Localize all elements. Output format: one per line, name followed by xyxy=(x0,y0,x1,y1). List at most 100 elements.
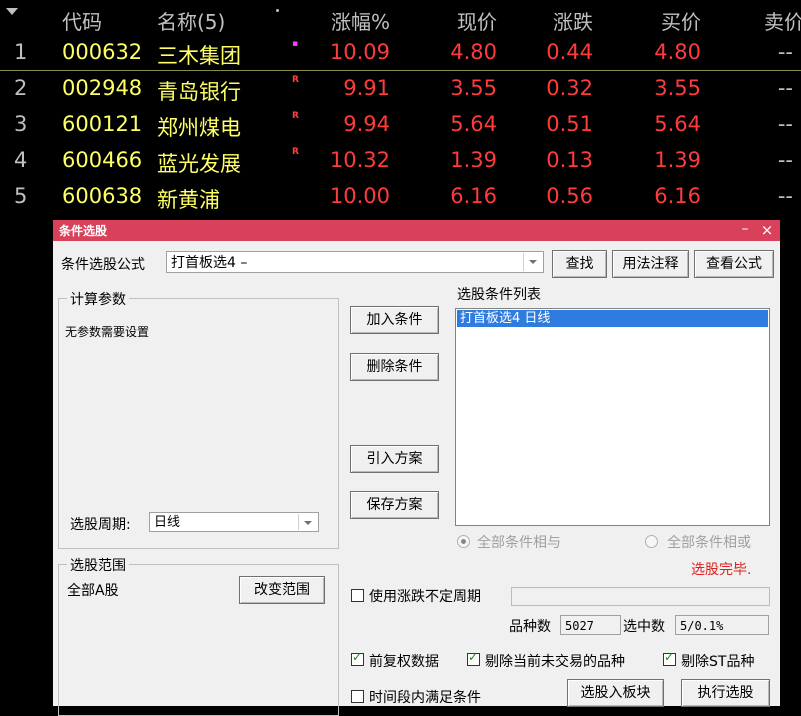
change: 0.13 xyxy=(546,148,593,172)
change-pct: 10.32 xyxy=(329,148,390,172)
exclude-untraded-checkbox[interactable] xyxy=(467,650,480,666)
close-icon[interactable]: × xyxy=(758,220,776,241)
formula-select[interactable]: 打首板选4 – xyxy=(166,251,544,273)
header-ask[interactable]: 卖价 xyxy=(764,6,801,35)
price: 5.64 xyxy=(450,112,497,136)
save-scheme-button[interactable]: 保存方案 xyxy=(350,491,439,519)
period-label: 选股周期: xyxy=(70,517,131,533)
ask: -- xyxy=(777,76,793,100)
params-group-title: 计算参数 xyxy=(67,289,129,309)
header-name[interactable]: 名称(5) xyxy=(157,6,225,35)
range-group-title: 选股范围 xyxy=(67,555,129,575)
change-range-button[interactable]: 改变范围 xyxy=(239,576,325,604)
bid: 3.55 xyxy=(654,76,701,100)
price: 1.39 xyxy=(450,148,497,172)
row-index: 3 xyxy=(14,112,28,136)
variable-period-label: 使用涨跌不定周期 xyxy=(369,589,481,605)
table-row[interactable]: 2 002948 青岛银行 R 9.91 3.55 0.32 3.55 -- xyxy=(0,72,801,108)
change-pct: 10.00 xyxy=(329,184,390,208)
import-scheme-button[interactable]: 引入方案 xyxy=(350,445,439,473)
condition-list[interactable]: 打首板选4 日线 xyxy=(455,308,770,526)
condition-stock-picker-dialog: 条件选股 – × 条件选股公式 打首板选4 – 查找 用法注释 查看公式 计算参… xyxy=(53,220,780,716)
formula-label: 条件选股公式 xyxy=(61,257,145,273)
bid: 4.80 xyxy=(654,40,701,64)
bid: 6.16 xyxy=(654,184,701,208)
stock-name: 郑州煤电 xyxy=(157,116,241,140)
all-or-radio[interactable] xyxy=(645,535,658,548)
exclude-untraded-label: 剔除当前未交易的品种 xyxy=(485,654,625,670)
progress-bar xyxy=(511,587,770,606)
change: 0.51 xyxy=(546,112,593,136)
list-item[interactable]: 打首板选4 日线 xyxy=(457,310,768,327)
select-to-board-button[interactable]: 选股入板块 xyxy=(567,679,664,707)
adjusted-data-checkbox[interactable] xyxy=(351,650,364,666)
exclude-st-checkbox[interactable] xyxy=(663,650,676,666)
header-change-pct[interactable]: 涨幅% xyxy=(331,6,390,35)
stock-table: 代码 名称(5) 涨幅% 现价 涨跌 买价 卖价 1 000632 三木集团 ▪… xyxy=(0,0,801,220)
chevron-down-icon[interactable] xyxy=(523,253,542,271)
minimize-icon[interactable]: – xyxy=(736,220,754,241)
header-price[interactable]: 现价 xyxy=(457,6,497,35)
range-group: 选股范围 全部A股 改变范围 xyxy=(58,555,339,716)
stock-name: 青岛银行 xyxy=(157,80,241,104)
time-range-label: 时间段内满足条件 xyxy=(369,690,481,706)
count-field: 5027 xyxy=(560,615,621,635)
sort-down-icon[interactable] xyxy=(6,8,18,15)
table-row[interactable]: 1 000632 三木集团 ▪ 10.09 4.80 0.44 4.80 -- xyxy=(0,36,801,72)
row-index: 1 xyxy=(14,40,28,64)
params-group: 计算参数 无参数需要设置 选股周期: 日线 xyxy=(58,289,339,549)
formula-value: 打首板选4 – xyxy=(171,255,248,271)
ask: -- xyxy=(777,184,793,208)
r-flag-icon: R xyxy=(292,111,299,121)
bid: 5.64 xyxy=(654,112,701,136)
exclude-st-label: 剔除ST品种 xyxy=(681,654,755,670)
dot-icon xyxy=(276,9,279,12)
count-label: 品种数 xyxy=(509,619,551,635)
period-value: 日线 xyxy=(154,515,181,530)
all-and-radio[interactable] xyxy=(457,535,470,548)
table-row[interactable]: 5 600638 新黄浦 10.00 6.16 0.56 6.16 -- xyxy=(0,180,801,216)
r-flag-icon: R xyxy=(292,75,299,85)
price: 4.80 xyxy=(450,40,497,64)
header-bid[interactable]: 买价 xyxy=(661,6,701,35)
status-text: 选股完毕. xyxy=(691,562,752,578)
header-code[interactable]: 代码 xyxy=(62,6,102,35)
row-flag-icon: ▪ xyxy=(292,39,299,49)
view-formula-button[interactable]: 查看公式 xyxy=(694,250,774,278)
find-button[interactable]: 查找 xyxy=(552,250,607,278)
stock-code: 600466 xyxy=(62,148,143,172)
adjusted-data-label: 前复权数据 xyxy=(369,654,439,670)
stock-name: 蓝光发展 xyxy=(157,152,241,176)
stock-name: 三木集团 xyxy=(157,44,241,68)
ask: -- xyxy=(777,148,793,172)
stock-code: 600121 xyxy=(62,112,143,136)
table-row[interactable]: 3 600121 郑州煤电 R 9.94 5.64 0.51 5.64 -- xyxy=(0,108,801,144)
stock-code: 002948 xyxy=(62,76,143,100)
stock-name: 新黄浦 xyxy=(157,188,220,212)
change: 0.32 xyxy=(546,76,593,100)
period-select[interactable]: 日线 xyxy=(149,512,319,532)
ask: -- xyxy=(777,40,793,64)
stock-code: 600638 xyxy=(62,184,143,208)
time-range-checkbox[interactable] xyxy=(351,690,364,703)
usage-notes-button[interactable]: 用法注释 xyxy=(612,250,689,278)
price: 3.55 xyxy=(450,76,497,100)
row-index: 2 xyxy=(14,76,28,100)
chevron-down-icon[interactable] xyxy=(298,514,317,530)
selected-label: 选中数 xyxy=(623,619,665,635)
add-condition-button[interactable]: 加入条件 xyxy=(350,306,439,334)
params-text: 无参数需要设置 xyxy=(65,325,150,339)
title-bar[interactable]: 条件选股 – × xyxy=(53,220,780,241)
delete-condition-button[interactable]: 删除条件 xyxy=(350,353,439,381)
change: 0.44 xyxy=(546,40,593,64)
range-value: 全部A股 xyxy=(67,583,119,599)
execute-selection-button[interactable]: 执行选股 xyxy=(681,679,770,707)
all-and-label: 全部条件相与 xyxy=(477,535,561,551)
change-pct: 9.94 xyxy=(343,112,390,136)
condition-list-title: 选股条件列表 xyxy=(457,287,541,303)
variable-period-checkbox[interactable] xyxy=(351,589,364,602)
table-row[interactable]: 4 600466 蓝光发展 R 10.32 1.39 0.13 1.39 -- xyxy=(0,144,801,180)
header-change[interactable]: 涨跌 xyxy=(553,6,593,35)
change: 0.56 xyxy=(546,184,593,208)
change-pct: 10.09 xyxy=(329,40,390,64)
